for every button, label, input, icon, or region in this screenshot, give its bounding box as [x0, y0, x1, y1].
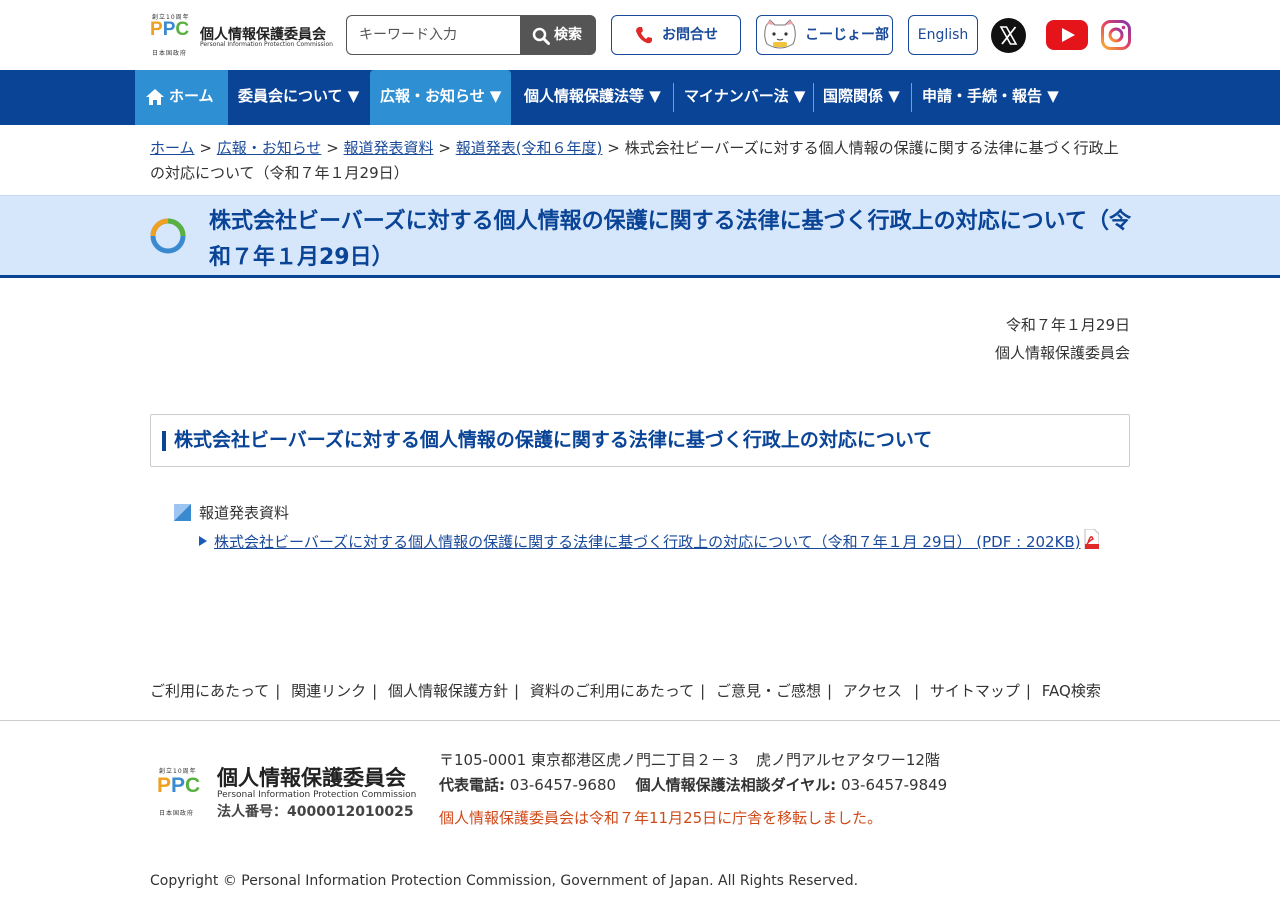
search-icon — [532, 27, 550, 45]
breadcrumb-separator: > — [326, 139, 339, 157]
nav-item-procedures[interactable]: 申請・手続・報告 ▼ — [912, 70, 1069, 125]
footer-link-separator: | — [372, 682, 378, 700]
search-input[interactable]: キーワード入力 — [346, 15, 522, 55]
footer-address: 〒105-0001 東京都港区虎ノ門二丁目２－３ 虎ノ門アルセアタワー12階 — [439, 751, 940, 769]
footer-link-materials[interactable]: 資料のご利用にあたって — [530, 682, 694, 700]
nav-item-international[interactable]: 国際関係 ▼ — [813, 70, 910, 125]
search-button[interactable]: 検索 — [520, 15, 596, 55]
list-heading-label: 報道発表資料 — [199, 504, 290, 522]
footer-link-separator: | — [914, 682, 920, 700]
release-date: 令和７年１月29日 — [1005, 316, 1130, 334]
copyright: Copyright © Personal Information Protect… — [150, 873, 859, 889]
footer-link-separator: | — [1025, 682, 1031, 700]
nav-item-privacy-law[interactable]: 個人情報保護法等 ▼ — [514, 70, 671, 125]
footer-link-terms[interactable]: ご利用にあたって — [150, 682, 269, 700]
tel-consult-label: 個人情報保護法相談ダイヤル: — [635, 776, 837, 794]
footer-divider — [0, 720, 1280, 721]
mascot-icon — [764, 19, 796, 49]
search-button-label: 検索 — [554, 27, 582, 43]
footer-link-separator: | — [826, 682, 833, 700]
section-heading-bar — [162, 431, 166, 451]
breadcrumb-link-home[interactable]: ホーム — [150, 139, 195, 157]
footer-link-sitemap[interactable]: サイトマップ — [930, 682, 1020, 700]
list-heading: 報道発表資料 — [174, 501, 289, 525]
home-icon — [146, 89, 164, 105]
relocation-notice: 個人情報保護委員会は令和７年11月25日に庁舎を移転しました。 — [439, 809, 883, 827]
corporate-number: 法人番号：4000012010025 — [217, 804, 414, 820]
nav-item-news[interactable]: 広報・お知らせ ▼ — [370, 70, 512, 125]
section-heading-box: 株式会社ビーバーズに対する個人情報の保護に関する法律に基づく行政上の対応について — [150, 414, 1130, 467]
tel-main-label: 代表電話: — [439, 776, 505, 794]
nav-item-about[interactable]: 委員会について ▼ — [228, 70, 369, 125]
breadcrumb-separator: > — [438, 139, 451, 157]
footer-links: ご利用にあたって | 関連リンク | 個人情報保護方針 | 資料のご利用にあたって | … — [150, 680, 1101, 702]
page-title-band: 株式会社ビーバーズに対する個人情報の保護に関する法律に基づく行政上の対応について… — [0, 195, 1280, 278]
instagram-icon[interactable] — [1101, 20, 1131, 50]
contact-button[interactable]: お問合せ — [611, 15, 741, 55]
site-header: 創立10周年 PPC 日本国政府 個人情報保護委員会 Personal Info… — [0, 0, 1280, 70]
nav-item-mynumber[interactable]: マイナンバー法 ▼ — [674, 70, 815, 125]
footer-link-separator: | — [700, 682, 706, 700]
footer-link-separator: | — [275, 682, 281, 700]
footer-link-privacy-policy[interactable]: 個人情報保護方針 — [388, 682, 508, 700]
logo-sub-en: Personal Information Protection Commissi… — [200, 41, 333, 48]
kojo-club-label: こーじょー部 — [805, 27, 889, 43]
footer-logo-sub-en: Personal Information Protection Commissi… — [217, 790, 417, 800]
kojo-club-button[interactable]: こーじょー部 — [756, 15, 893, 55]
footer-logo-name: 個人情報保護委員会 — [217, 766, 406, 790]
pdf-link[interactable]: 株式会社ビーバーズに対する個人情報の保護に関する法律に基づく行政上の対応について… — [214, 533, 1081, 551]
list-item: 株式会社ビーバーズに対する個人情報の保護に関する法律に基づく行政上の対応について… — [199, 528, 1127, 556]
phone-icon — [636, 27, 652, 44]
nav-home-label: ホーム — [169, 87, 214, 105]
date-block: 令和７年１月29日 個人情報保護委員会 — [995, 311, 1130, 367]
contact-button-label: お問合せ — [662, 27, 718, 43]
issuer: 個人情報保護委員会 — [994, 344, 1130, 362]
pdf-icon — [1084, 529, 1099, 549]
footer-link-access[interactable]: アクセス — [843, 682, 902, 700]
breadcrumb-separator: > — [199, 139, 212, 157]
logo-government-text: 日本国政府 — [152, 50, 188, 57]
footer-link-related[interactable]: 関連リンク — [291, 682, 366, 700]
nav-item-home[interactable]: ホーム — [135, 70, 228, 125]
footer-link-separator: | — [513, 682, 520, 700]
breadcrumb-separator: > — [607, 139, 620, 157]
footer-link-feedback[interactable]: ご意見・ご感想 — [716, 682, 821, 700]
page-title: 株式会社ビーバーズに対する個人情報の保護に関する法律に基づく行政上の対応について… — [209, 209, 1132, 270]
tel-consult: 03-6457-9849 — [840, 776, 948, 794]
main-nav: ホーム 委員会について ▼ 広報・お知らせ ▼ 個人情報保護法等 ▼ マイナンバ… — [0, 70, 1280, 125]
arrow-right-icon — [199, 536, 207, 546]
breadcrumb-link-press[interactable]: 報道発表資料 — [344, 139, 434, 157]
x-icon[interactable] — [991, 18, 1026, 53]
footer-logo-government-text: 日本国政府 — [159, 810, 195, 817]
footer-logo-ppc-mark: PPC — [157, 774, 201, 797]
footer-link-faq[interactable]: FAQ検索 — [1042, 682, 1101, 700]
footer-phone: 代表電話: 03-6457-9680 個人情報保護法相談ダイヤル: 03-645… — [439, 773, 947, 797]
footer-logo: 創立10周年 PPC 日本国政府 個人情報保護委員会 Personal Info… — [155, 762, 421, 822]
tel-main: 03-6457-9680 — [509, 776, 617, 794]
site-logo[interactable]: 創立10周年 PPC 日本国政府 個人情報保護委員会 Personal Info… — [150, 12, 333, 58]
youtube-icon[interactable] — [1046, 20, 1088, 50]
breadcrumb-link-press-r6[interactable]: 報道発表(令和６年度) — [456, 139, 603, 157]
breadcrumb: ホーム > 広報・お知らせ > 報道発表資料 > 報道発表(令和６年度) > 株… — [150, 136, 1130, 186]
section-heading: 株式会社ビーバーズに対する個人情報の保護に関する法律に基づく行政上の対応について — [174, 429, 933, 451]
breadcrumb-link-news[interactable]: 広報・お知らせ — [217, 139, 322, 157]
english-button[interactable]: English — [908, 15, 978, 55]
square-bullet-icon — [174, 504, 191, 521]
logo-ppc-mark: PPC — [150, 19, 190, 40]
title-ring-icon — [150, 218, 186, 254]
